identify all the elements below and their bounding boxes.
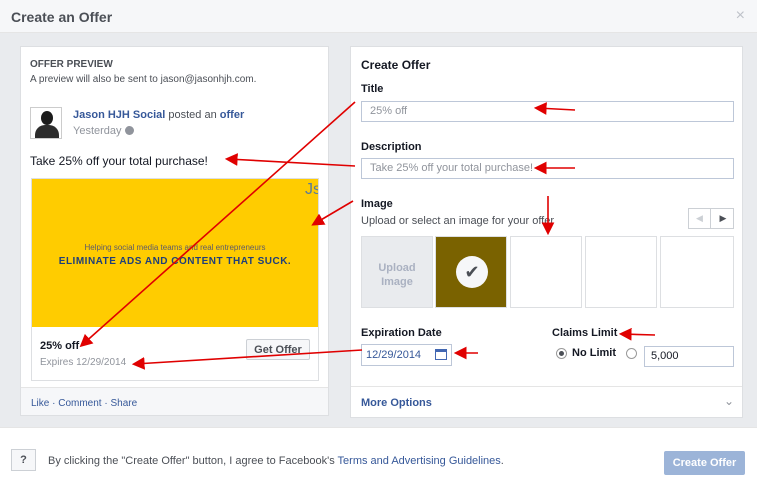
more-options-label: More Options xyxy=(361,397,432,409)
chevron-down-icon[interactable]: ⌄ xyxy=(724,394,734,408)
claims-limit-input[interactable]: 5,000 xyxy=(644,346,734,367)
checkmark-icon: ✔ xyxy=(456,256,488,288)
banner-brand: Js xyxy=(305,181,318,198)
title-label: Title xyxy=(361,83,384,95)
expiration-label: Expiration Date xyxy=(361,327,442,339)
offer-banner-image: Js Helping social media teams and real e… xyxy=(32,179,318,327)
image-thumb-selected[interactable]: ✔ xyxy=(435,236,507,308)
post-header: Jason HJH Social posted an offer xyxy=(73,109,244,121)
arrow-left-icon[interactable]: ◀ xyxy=(689,209,711,228)
globe-icon xyxy=(124,126,134,135)
more-options[interactable]: More Options ⌄ xyxy=(351,386,742,417)
banner-tagline: Helping social media teams and real entr… xyxy=(84,243,266,252)
terms-text: By clicking the "Create Offer" button, I… xyxy=(48,455,335,467)
dialog-title: Create an Offer xyxy=(11,9,113,25)
post-verb: posted an xyxy=(168,109,217,121)
image-subtitle: Upload or select an image for your offer xyxy=(361,215,555,227)
image-thumb-empty[interactable] xyxy=(660,236,734,308)
terms-link[interactable]: Terms and Advertising Guidelines xyxy=(338,455,501,467)
claims-limit-label: Claims Limit xyxy=(552,327,618,339)
close-icon[interactable]: × xyxy=(736,7,745,25)
dialog-titlebar: Create an Offer × xyxy=(0,0,757,33)
preview-note: A preview will also be sent to jason@jas… xyxy=(30,74,257,85)
page-name-link[interactable]: Jason HJH Social xyxy=(73,109,165,121)
upload-label-1: Upload xyxy=(378,262,416,274)
post-footer: Like · Comment · Share xyxy=(21,387,328,415)
expiration-date-input[interactable]: 12/29/2014 xyxy=(361,344,452,366)
calendar-icon[interactable] xyxy=(435,349,447,360)
offer-link[interactable]: offer xyxy=(220,109,244,121)
no-limit-label: No Limit xyxy=(572,347,616,359)
terms-notice: By clicking the "Create Offer" button, I… xyxy=(48,455,504,467)
get-offer-button[interactable]: Get Offer xyxy=(246,339,310,360)
post-actions[interactable]: Like · Comment · Share xyxy=(31,398,137,409)
image-label: Image xyxy=(361,198,393,210)
post-time-label: Yesterday xyxy=(73,125,122,137)
banner-headline: ELIMINATE ADS AND CONTENT THAT SUCK. xyxy=(58,256,292,267)
post-time: Yesterday xyxy=(73,125,134,137)
dialog-footer: ? By clicking the "Create Offer" button,… xyxy=(0,427,757,487)
upload-label-2: Image xyxy=(381,276,413,288)
image-thumb-empty[interactable] xyxy=(585,236,657,308)
expiration-date-value: 12/29/2014 xyxy=(366,349,422,361)
description-label: Description xyxy=(361,141,422,153)
title-input[interactable]: 25% off xyxy=(361,101,734,122)
limit-radio[interactable] xyxy=(626,348,637,359)
arrow-right-icon[interactable]: ▶ xyxy=(712,209,734,228)
description-input[interactable]: Take 25% off your total purchase! xyxy=(361,158,734,179)
create-offer-form: Create Offer Title 25% off Description T… xyxy=(350,46,743,418)
offer-card: Js Helping social media teams and real e… xyxy=(31,178,319,381)
form-heading: Create Offer xyxy=(361,58,431,72)
terms-end: . xyxy=(500,455,504,467)
no-limit-radio[interactable] xyxy=(556,348,567,359)
image-thumb-empty[interactable] xyxy=(510,236,582,308)
offer-expires: Expires 12/29/2014 xyxy=(40,357,127,368)
preview-heading: OFFER PREVIEW xyxy=(30,59,113,70)
offer-title: 25% off xyxy=(40,340,80,352)
offer-preview-panel: OFFER PREVIEW A preview will also be sen… xyxy=(20,46,329,416)
avatar[interactable] xyxy=(30,107,62,139)
image-pager: ◀ ▶ xyxy=(688,208,734,229)
post-message: Take 25% off your total purchase! xyxy=(30,154,208,168)
upload-image-button[interactable]: Upload Image xyxy=(361,236,433,308)
help-icon[interactable]: ? xyxy=(11,449,36,471)
create-offer-button[interactable]: Create Offer xyxy=(664,451,745,475)
